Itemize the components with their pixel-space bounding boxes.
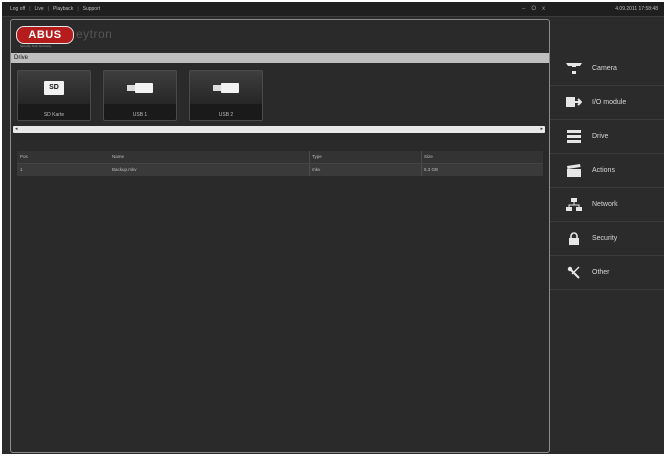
sidebar-item-network[interactable]: Network (550, 188, 664, 222)
table-header: Pos Name Type Size (17, 151, 543, 164)
app-window: Log off | Live | Playback | Support – O … (2, 2, 664, 454)
product-name: eytron (76, 27, 113, 41)
scroll-right-icon[interactable]: ▸ (540, 126, 543, 133)
camera-icon (566, 61, 582, 75)
sd-card-icon: SD (44, 80, 64, 95)
minimize-icon[interactable]: – (522, 2, 525, 16)
main-panel: ABUS Security Tech Germany eytron Drive … (10, 19, 550, 453)
lock-icon (566, 231, 582, 245)
sidebar-item-io-module[interactable]: I/O module (550, 86, 664, 120)
horizontal-scrollbar[interactable]: ◂ ▸ (13, 126, 545, 133)
close-icon[interactable]: x (542, 2, 545, 16)
brand-logo: ABUS Security Tech Germany eytron (16, 26, 136, 50)
cell-pos: 1 (20, 167, 23, 172)
tools-icon (566, 265, 582, 279)
header-pos[interactable]: Pos (17, 151, 109, 163)
abus-logo: ABUS (16, 26, 74, 44)
top-menu: Log off | Live | Playback | Support (10, 2, 100, 16)
file-table: Pos Name Type Size 1 Backup.mkv mkv 5.3 … (17, 151, 543, 176)
menu-live[interactable]: Live (35, 2, 44, 16)
sidebar-item-label: I/O module (592, 99, 627, 106)
menu-logoff[interactable]: Log off (10, 2, 25, 16)
drive-icon (566, 129, 582, 143)
settings-sidebar: Camera I/O module Drive Actions Network (550, 52, 664, 290)
sidebar-item-camera[interactable]: Camera (550, 52, 664, 86)
sidebar-item-label: Security (592, 235, 618, 242)
sidebar-item-label: Actions (592, 167, 615, 174)
table-row[interactable]: 1 Backup.mkv mkv 5.3 GB (17, 164, 543, 176)
sidebar-item-label: Camera (592, 65, 617, 72)
top-bar: Log off | Live | Playback | Support – O … (2, 2, 664, 17)
drive-usb-1[interactable]: USB 1 (103, 70, 177, 121)
sidebar-item-security[interactable]: Security (550, 222, 664, 256)
header-type[interactable]: Type (309, 151, 421, 163)
drive-list: SD SD Karte USB 1 USB 2 (17, 70, 263, 121)
menu-playback[interactable]: Playback (53, 2, 73, 16)
drive-label: USB 1 (132, 112, 148, 118)
drive-label: USB 2 (218, 112, 234, 118)
drive-label: SD Karte (43, 112, 65, 118)
cell-type: mkv (312, 167, 321, 172)
io-module-icon (566, 95, 582, 109)
header-name[interactable]: Name (109, 151, 309, 163)
window-controls: – O x (522, 2, 545, 16)
settings-icon[interactable]: O (531, 2, 536, 16)
section-header: Drive (11, 53, 549, 63)
usb-icon (213, 82, 239, 93)
clapperboard-icon (566, 163, 582, 177)
cell-size: 5.3 GB (424, 167, 439, 172)
sidebar-item-label: Other (592, 269, 610, 276)
drive-usb-2[interactable]: USB 2 (189, 70, 263, 121)
header-size[interactable]: Size (421, 151, 541, 163)
network-icon (566, 197, 582, 211)
scroll-left-icon[interactable]: ◂ (15, 126, 18, 133)
sidebar-item-label: Network (592, 201, 618, 208)
menu-support[interactable]: Support (83, 2, 101, 16)
sidebar-item-other[interactable]: Other (550, 256, 664, 290)
usb-icon (127, 82, 153, 93)
drive-sd-card[interactable]: SD SD Karte (17, 70, 91, 121)
sidebar-item-label: Drive (592, 133, 609, 140)
sidebar-item-actions[interactable]: Actions (550, 154, 664, 188)
logo-subtitle: Security Tech Germany (20, 44, 52, 48)
cell-name: Backup.mkv (112, 167, 137, 172)
sidebar-item-drive[interactable]: Drive (550, 120, 664, 154)
section-title: Drive (14, 55, 29, 61)
clock: 4.09.2011 17:58:48 (615, 6, 658, 12)
